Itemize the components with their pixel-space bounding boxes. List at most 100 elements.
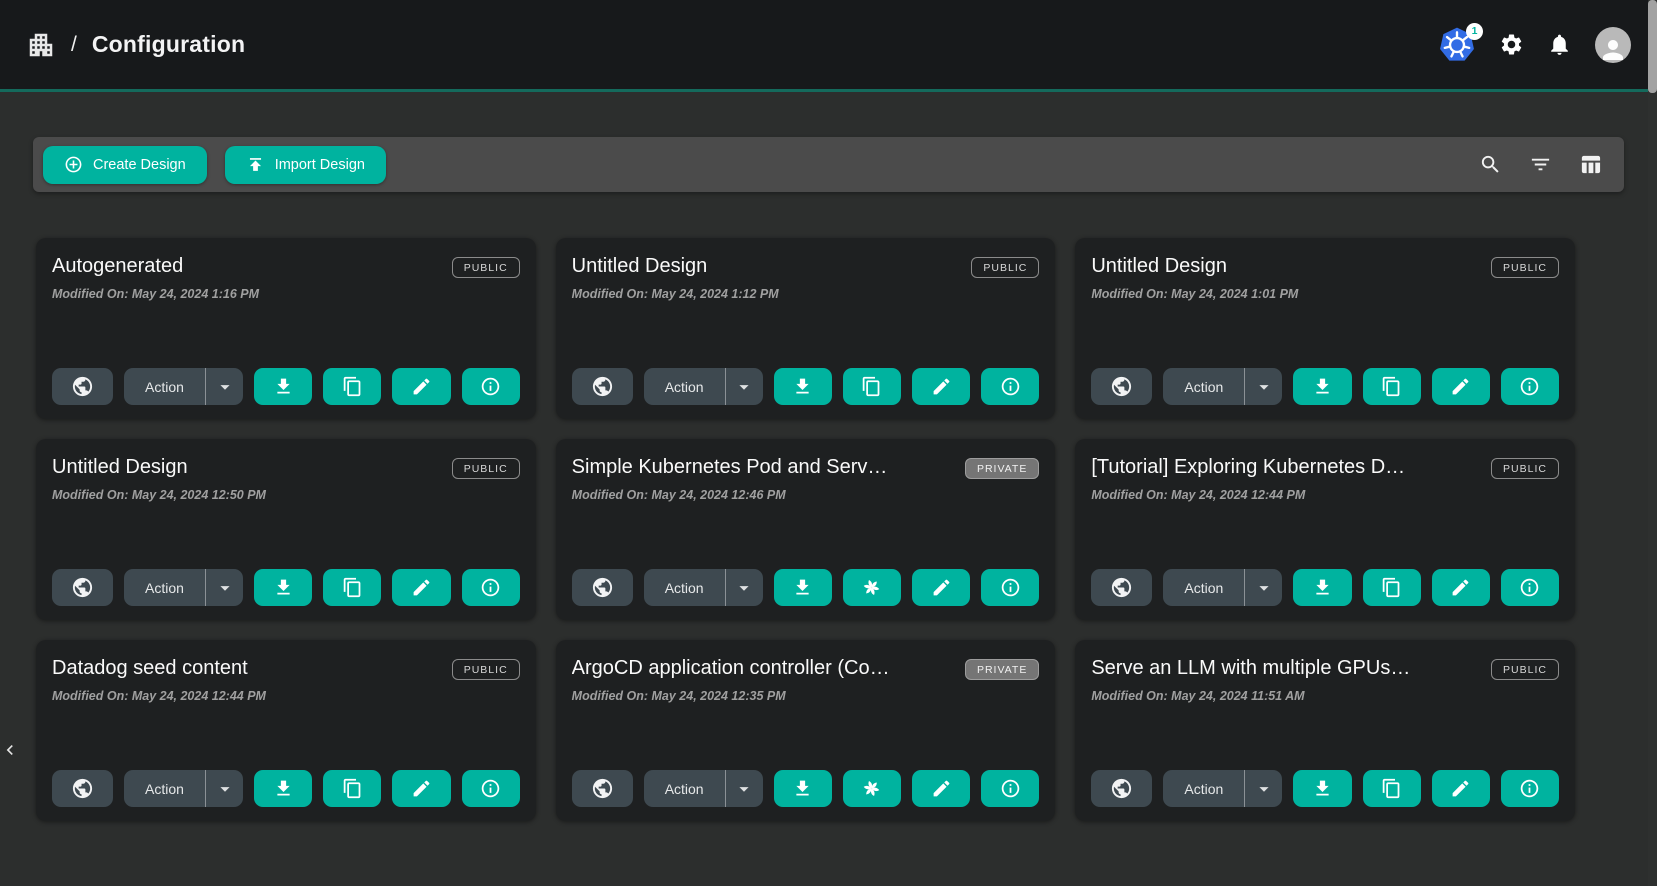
clone-button[interactable] [1363,368,1421,405]
action-split-button[interactable]: Action [1163,569,1282,606]
visibility-badge: PRIVATE [965,659,1039,680]
action-dropdown-toggle[interactable] [725,770,763,807]
download-button[interactable] [774,368,832,405]
import-design-button[interactable]: Import Design [225,146,386,184]
design-card: Serve an LLM with multiple GPUs… PUBLIC … [1075,640,1575,821]
edit-button[interactable] [1432,569,1490,606]
info-button[interactable] [1501,368,1559,405]
action-split-button[interactable]: Action [124,368,243,405]
download-button[interactable] [774,770,832,807]
action-dropdown-toggle[interactable] [205,569,243,606]
download-button[interactable] [254,569,312,606]
clone-button[interactable] [1363,770,1421,807]
download-button[interactable] [254,770,312,807]
edit-button[interactable] [912,770,970,807]
info-button[interactable] [981,569,1039,606]
copy-icon [1381,778,1402,799]
search-icon[interactable] [1479,153,1502,176]
action-dropdown-toggle[interactable] [205,368,243,405]
action-dropdown-toggle[interactable] [725,368,763,405]
publish-globe-button[interactable] [572,770,633,807]
publish-globe-button[interactable] [52,569,113,606]
table-view-icon[interactable] [1579,153,1602,176]
action-split-button[interactable]: Action [124,770,243,807]
publish-globe-button[interactable] [1091,770,1152,807]
page-scrollbar [1648,0,1657,886]
clone-button[interactable] [843,569,901,606]
filter-icon[interactable] [1529,153,1552,176]
chevron-down-icon [1253,376,1275,398]
globe-icon [591,375,614,398]
info-button[interactable] [981,368,1039,405]
publish-globe-button[interactable] [52,368,113,405]
info-button[interactable] [1501,770,1559,807]
design-card: Untitled Design PUBLIC Modified On: May … [36,439,536,620]
info-button[interactable] [462,569,520,606]
info-button[interactable] [462,770,520,807]
scrollbar-thumb[interactable] [1648,0,1657,93]
action-dropdown-toggle[interactable] [1244,569,1282,606]
action-dropdown-toggle[interactable] [205,770,243,807]
info-icon [480,376,501,397]
clone-button[interactable] [1363,569,1421,606]
action-button-label[interactable]: Action [1163,580,1244,596]
info-button[interactable] [1501,569,1559,606]
action-button-label[interactable]: Action [1163,781,1244,797]
publish-globe-button[interactable] [1091,569,1152,606]
edit-button[interactable] [912,569,970,606]
action-button-label[interactable]: Action [124,580,205,596]
chevron-down-icon [733,778,755,800]
edit-button[interactable] [392,770,450,807]
action-split-button[interactable]: Action [1163,368,1282,405]
action-split-button[interactable]: Action [644,569,763,606]
kubernetes-context-button[interactable]: 1 [1438,26,1476,64]
edit-button[interactable] [1432,770,1490,807]
action-split-button[interactable]: Action [644,770,763,807]
action-split-button[interactable]: Action [644,368,763,405]
publish-globe-button[interactable] [52,770,113,807]
edit-button[interactable] [392,569,450,606]
create-design-button[interactable]: Create Design [43,146,207,184]
collapse-drawer-button[interactable] [0,733,20,767]
action-button-label[interactable]: Action [644,781,725,797]
action-dropdown-toggle[interactable] [725,569,763,606]
edit-button[interactable] [1432,368,1490,405]
copy-icon [342,577,363,598]
action-split-button[interactable]: Action [1163,770,1282,807]
clone-button[interactable] [323,368,381,405]
download-button[interactable] [1293,770,1351,807]
publish-globe-button[interactable] [572,368,633,405]
clone-button[interactable] [843,368,901,405]
publish-globe-button[interactable] [572,569,633,606]
clone-button[interactable] [843,770,901,807]
action-button-label[interactable]: Action [124,781,205,797]
header-accent-line [0,89,1657,92]
gear-icon[interactable] [1499,32,1524,57]
design-title: Serve an LLM with multiple GPUs… [1091,657,1410,680]
action-split-button[interactable]: Action [124,569,243,606]
edit-button[interactable] [912,368,970,405]
action-dropdown-toggle[interactable] [1244,368,1282,405]
action-button-label[interactable]: Action [124,379,205,395]
user-avatar[interactable] [1595,27,1631,63]
edit-icon [1450,577,1471,598]
info-button[interactable] [981,770,1039,807]
download-button[interactable] [254,368,312,405]
clone-button[interactable] [323,770,381,807]
action-button-label[interactable]: Action [1163,379,1244,395]
design-title: ArgoCD application controller (Co… [572,657,890,680]
edit-button[interactable] [392,368,450,405]
download-button[interactable] [774,569,832,606]
publish-globe-button[interactable] [1091,368,1152,405]
action-button-label[interactable]: Action [644,580,725,596]
download-button[interactable] [1293,368,1351,405]
info-icon [1000,376,1021,397]
clone-button[interactable] [323,569,381,606]
card-actions: Action [572,770,1040,807]
building-icon[interactable] [26,30,56,60]
download-button[interactable] [1293,569,1351,606]
bell-icon[interactable] [1547,32,1572,57]
info-button[interactable] [462,368,520,405]
action-button-label[interactable]: Action [644,379,725,395]
action-dropdown-toggle[interactable] [1244,770,1282,807]
